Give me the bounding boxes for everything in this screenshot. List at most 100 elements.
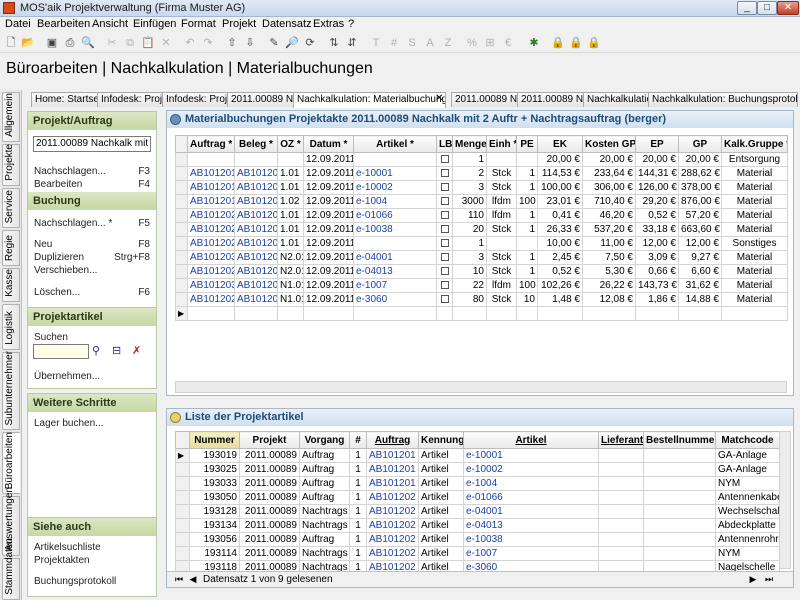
row-selector[interactable] [175, 532, 190, 547]
table-cell[interactable]: 110 [452, 208, 487, 223]
table-cell[interactable]: 2011.00089 [239, 448, 300, 463]
format-z-button[interactable]: Z [440, 35, 456, 51]
table-cell[interactable]: AB101202 [187, 222, 235, 237]
table-row[interactable]: AB101202AB1012021.0112.09.2011110,00 €11… [175, 236, 788, 251]
table-cell[interactable]: 1 [452, 152, 487, 167]
tab-materialbuchungen[interactable]: Nachkalkulation: Materialbuchungen [293, 92, 446, 108]
table-cell[interactable]: 233,64 € [582, 166, 636, 181]
buchungen-col-header[interactable]: Kosten GP [582, 135, 636, 153]
table-cell[interactable]: e-1004 [463, 476, 599, 491]
tab-home-startseite[interactable]: Home: Startseite [31, 92, 99, 107]
table-cell[interactable]: 1 [349, 504, 367, 519]
table-cell[interactable]: 102,26 € [537, 278, 583, 293]
side-tab-subunternehmer[interactable]: Subunternehmer [2, 351, 20, 430]
table-cell[interactable]: 12,00 € [678, 236, 722, 251]
project-field[interactable]: 2011.00089 Nachkalk mit 2 Au [33, 136, 151, 152]
table-cell[interactable]: AB101201 [366, 476, 419, 491]
table-cell[interactable]: Artikel [418, 504, 464, 519]
table-cell[interactable]: 23,01 € [537, 194, 583, 209]
table-cell[interactable]: 1.01 [277, 166, 304, 181]
side-tab-projekte[interactable]: Projekte [2, 144, 20, 186]
table-cell[interactable]: 663,60 € [678, 222, 722, 237]
table-cell[interactable]: 20,00 € [678, 152, 722, 167]
table-cell[interactable]: Nachtrags [299, 518, 350, 533]
table-cell[interactable]: 193033 [189, 476, 240, 491]
row-selector[interactable] [175, 278, 188, 293]
table-cell[interactable] [598, 504, 644, 519]
table-cell[interactable]: 100,00 € [537, 180, 583, 195]
row-selector[interactable] [175, 504, 190, 519]
table-row[interactable]: 193025 2011.00089 Auftrag 1 AB101201 Artikel e… [175, 462, 780, 477]
table-row[interactable]: AB101201AB1012011.0112.09.2011e-100023St… [175, 180, 788, 195]
table-cell[interactable]: 14,88 € [678, 292, 722, 307]
table-cell[interactable]: GA-Anlage [715, 448, 780, 463]
redo-icon[interactable]: ↷ [200, 35, 216, 51]
table-cell[interactable]: Material [721, 264, 788, 279]
table-cell[interactable]: e-10002 [353, 180, 437, 195]
table-row[interactable]: 193114 2011.00089 Nachtrags 1 AB101202 Artike… [175, 546, 780, 561]
table-row[interactable]: AB101203AB101203N1.0112.09.2011e-100722l… [175, 278, 788, 293]
buchungen-col-header[interactable]: Beleg * [234, 135, 278, 153]
table-cell[interactable]: N2.01 [277, 250, 304, 265]
save-icon[interactable]: ▣ [44, 35, 60, 51]
link-uebernehmen[interactable]: Übernehmen... [34, 371, 100, 382]
table-cell[interactable]: 3 [452, 250, 487, 265]
table-cell[interactable] [635, 306, 679, 321]
table-cell[interactable]: AB101202 [234, 208, 278, 223]
table-cell[interactable]: 0,52 € [537, 264, 583, 279]
artikel-col-header[interactable]: Kennung [418, 431, 464, 449]
table-cell[interactable]: 0,41 € [537, 208, 583, 223]
menu-projekt[interactable]: Projekt [222, 18, 256, 30]
table-cell[interactable]: 12,08 € [582, 292, 636, 307]
sort-descending-icon[interactable]: ⇵ [344, 35, 360, 51]
table-cell[interactable]: Artikel [418, 448, 464, 463]
table-cell[interactable] [436, 250, 453, 265]
table-cell[interactable]: 10 [452, 264, 487, 279]
undo-icon[interactable]: ↶ [182, 35, 198, 51]
table-cell[interactable] [436, 306, 453, 321]
table-row[interactable]: 193134 2011.00089 Nachtrags 1 AB101202 Artike… [175, 518, 780, 533]
table-cell[interactable] [643, 448, 716, 463]
table-cell[interactable]: 1,86 € [635, 292, 679, 307]
percent-button[interactable]: % [464, 35, 480, 51]
side-tab-allgemein[interactable]: Allgemein [2, 92, 20, 142]
table-cell[interactable]: AB101203 [234, 278, 278, 293]
menu-einfuegen[interactable]: Einfügen [133, 18, 176, 30]
table-cell[interactable] [643, 462, 716, 477]
table-cell[interactable]: 10,00 € [537, 236, 583, 251]
menu-extras[interactable]: Extras [313, 18, 344, 30]
menu-datensatz[interactable]: Datensatz [262, 18, 312, 30]
calc-icon[interactable]: ⊞ [482, 35, 498, 51]
table-cell[interactable] [486, 306, 517, 321]
sort-ascending-icon[interactable]: ⇅ [326, 35, 342, 51]
table-cell[interactable]: Stck [486, 264, 517, 279]
row-selector[interactable] [175, 546, 190, 561]
table-cell[interactable]: 193019 [189, 448, 240, 463]
table-cell[interactable]: Sonstiges [721, 236, 788, 251]
table-cell[interactable] [643, 518, 716, 533]
table-cell[interactable] [436, 166, 453, 181]
link-loeschen[interactable]: Löschen... [34, 287, 80, 298]
table-cell[interactable] [436, 292, 453, 307]
table-cell[interactable]: 7,50 € [582, 250, 636, 265]
lb-checkbox[interactable] [440, 295, 449, 304]
table-cell[interactable]: 12.09.2011 [303, 166, 354, 181]
table-cell[interactable]: 1 [349, 518, 367, 533]
artikel-col-header[interactable]: Artikel [463, 431, 599, 449]
print-preview-icon[interactable]: 🔍 [80, 35, 96, 51]
table-cell[interactable]: 710,40 € [582, 194, 636, 209]
table-cell[interactable]: 2011.00089 [239, 518, 300, 533]
table-cell[interactable] [436, 194, 453, 209]
open-folder-icon[interactable]: 📂 [20, 35, 36, 51]
side-tab-regie[interactable]: Regie [2, 230, 20, 266]
table-cell[interactable]: 144,31 € [635, 166, 679, 181]
tab-nachk-3[interactable]: 2011.00089 Nachk [517, 92, 585, 107]
table-cell[interactable]: e-3060 [353, 292, 437, 307]
table-cell[interactable]: N2.01 [277, 264, 304, 279]
first-record-icon[interactable]: ⏮ [173, 573, 185, 586]
table-cell[interactable]: e-1007 [353, 278, 437, 293]
cut-icon[interactable]: ✂ [104, 35, 120, 51]
lb-checkbox[interactable] [440, 183, 449, 192]
table-cell[interactable]: 193056 [189, 532, 240, 547]
table-cell[interactable]: Nachtrags [299, 546, 350, 561]
